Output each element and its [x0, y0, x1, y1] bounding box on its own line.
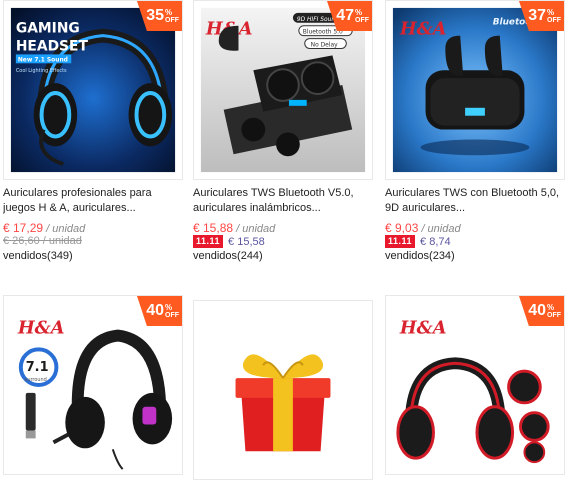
current-price: € 15,88	[193, 221, 234, 235]
product-image[interactable]: H&A 9D HIFI Sound Bluetooth 5.0 No Delay…	[193, 0, 373, 180]
product-title[interactable]: Auriculares TWS con Bluetooth 5,0, 9D au…	[385, 186, 565, 216]
product-image[interactable]	[193, 300, 373, 480]
promo-tag: 11.11	[385, 235, 416, 248]
current-price: € 17,29	[3, 221, 44, 235]
promo-row: 11.11 € 8,74	[385, 235, 451, 248]
svg-text:Cool Lighting Effects: Cool Lighting Effects	[16, 68, 67, 74]
product-title[interactable]: Auriculares TWS Bluetooth V5.0, auricula…	[193, 186, 373, 216]
svg-text:New 7.1 Sound: New 7.1 Sound	[18, 56, 68, 63]
svg-text:H&A: H&A	[399, 19, 447, 40]
original-price: € 26,60 / unidad	[3, 235, 82, 247]
price-unit: / unidad	[46, 223, 86, 235]
svg-text:H&A: H&A	[399, 318, 447, 339]
svg-text:7.1: 7.1	[26, 360, 49, 375]
promo-price: € 8,74	[420, 235, 451, 248]
svg-text:surround: surround	[25, 377, 47, 383]
promo-row: 11.11 € 15,58	[193, 235, 265, 248]
gift-box-icon	[194, 301, 372, 479]
sold-count: vendidos(234)	[385, 250, 455, 262]
product-image[interactable]: H&A 40 % OFF	[385, 295, 565, 475]
product-image[interactable]: H&A 7.1 surround 40 % OFF	[3, 295, 183, 475]
promo-tag: 11.11	[193, 235, 224, 248]
svg-text:No Delay: No Delay	[311, 41, 338, 48]
promo-price: € 15,58	[228, 235, 265, 248]
price-unit: / unidad	[421, 223, 461, 235]
product-image[interactable]: GAMING HEADSET New 7.1 Sound Cool Lighti…	[3, 0, 183, 180]
product-image[interactable]: H&A Bluetooth 37 % OFF	[385, 0, 565, 180]
sold-count: vendidos(349)	[3, 250, 73, 262]
svg-text:HEADSET: HEADSET	[16, 38, 89, 54]
price-row: € 15,88 / unidad	[193, 221, 275, 235]
svg-text:H&A: H&A	[17, 318, 65, 339]
price-unit: / unidad	[236, 223, 276, 235]
price-row: € 9,03 / unidad	[385, 221, 461, 235]
svg-text:GAMING: GAMING	[16, 21, 80, 37]
sold-count: vendidos(244)	[193, 250, 263, 262]
product-title[interactable]: Auriculares profesionales para juegos H …	[3, 186, 183, 216]
original-price-row: € 26,60 / unidad	[3, 235, 82, 247]
price-row: € 17,29 / unidad	[3, 221, 85, 235]
current-price: € 9,03	[385, 221, 419, 235]
